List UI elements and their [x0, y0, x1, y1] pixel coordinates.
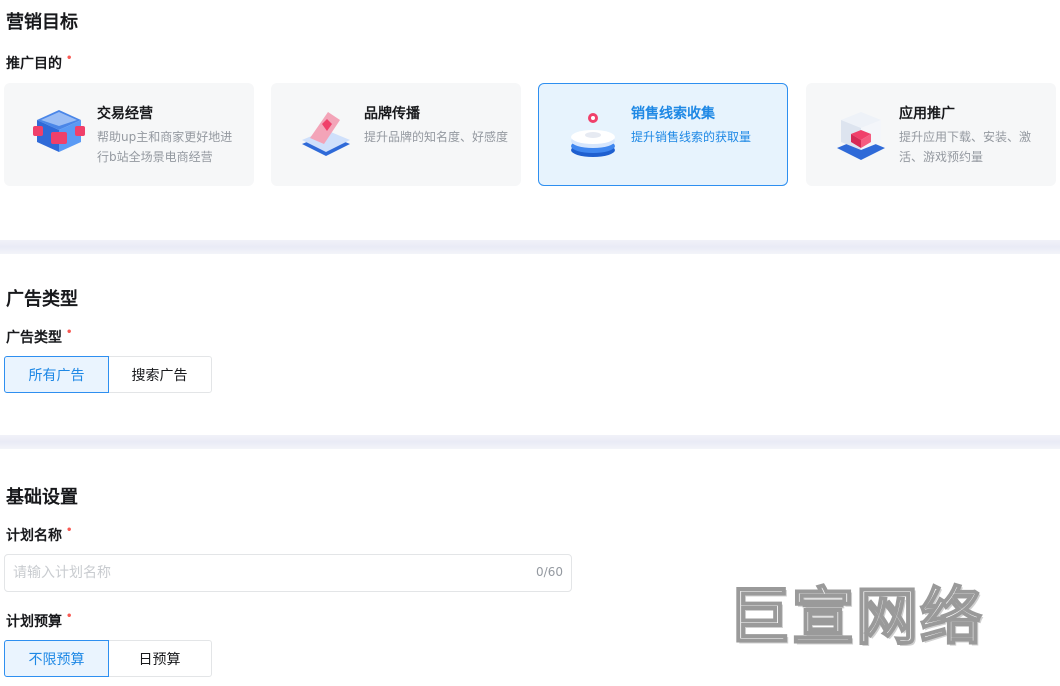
objective-card-leads[interactable]: 销售线索收集 提升销售线索的获取量	[538, 83, 788, 186]
objective-card-app[interactable]: 应用推广 提升应用下载、安装、激活、游戏预约量	[806, 83, 1056, 186]
lead-stack-icon	[571, 113, 615, 157]
shop-box-icon	[33, 110, 85, 152]
plan-name-field[interactable]: 0/60	[4, 554, 572, 592]
app-cube-icon	[837, 112, 885, 160]
card-title: 品牌传播	[364, 106, 420, 122]
plan-name-input[interactable]	[13, 555, 513, 591]
required-mark: •	[66, 327, 73, 338]
card-desc: 提升应用下载、安装、激活、游戏预约量	[899, 130, 1032, 164]
field-label-ad-type: 广告类型 •	[6, 327, 72, 347]
field-label-purpose: 推广目的 •	[6, 53, 72, 73]
field-label-plan-name-text: 计划名称	[6, 528, 62, 544]
card-desc: 提升品牌的知名度、好感度	[364, 130, 509, 144]
watermark-logo: 巨宣网络	[727, 579, 985, 654]
field-label-budget-text: 计划预算	[6, 614, 62, 630]
ad-type-search-button[interactable]: 搜索广告	[107, 356, 212, 393]
card-title: 交易经营	[97, 106, 153, 122]
char-counter: 0/60	[536, 565, 563, 579]
section-title-marketing: 营销目标	[6, 12, 78, 33]
objective-card-trade[interactable]: 交易经营 帮助up主和商家更好地进行b站全场景电商经营	[4, 83, 254, 186]
brand-heart-icon	[302, 112, 350, 156]
field-label-purpose-text: 推广目的	[6, 56, 62, 72]
ad-type-all-button[interactable]: 所有广告	[4, 356, 109, 393]
section-title-basic: 基础设置	[6, 487, 78, 508]
required-mark: •	[66, 53, 73, 64]
card-title: 销售线索收集	[631, 106, 715, 122]
field-label-plan-name: 计划名称 •	[6, 525, 72, 545]
objective-card-brand[interactable]: 品牌传播 提升品牌的知名度、好感度	[271, 83, 521, 186]
required-mark: •	[66, 611, 73, 622]
card-desc: 帮助up主和商家更好地进行b站全场景电商经营	[97, 130, 233, 164]
section-title-ad-type: 广告类型	[6, 289, 78, 310]
budget-daily-button[interactable]: 日预算	[107, 640, 212, 677]
section-divider	[0, 240, 1060, 254]
card-title: 应用推广	[899, 106, 955, 122]
card-desc: 提升销售线索的获取量	[631, 130, 752, 144]
budget-unlimited-button[interactable]: 不限预算	[4, 640, 109, 677]
required-mark: •	[66, 525, 73, 536]
section-divider	[0, 435, 1060, 449]
field-label-ad-type-text: 广告类型	[6, 330, 62, 346]
field-label-budget: 计划预算 •	[6, 611, 72, 631]
